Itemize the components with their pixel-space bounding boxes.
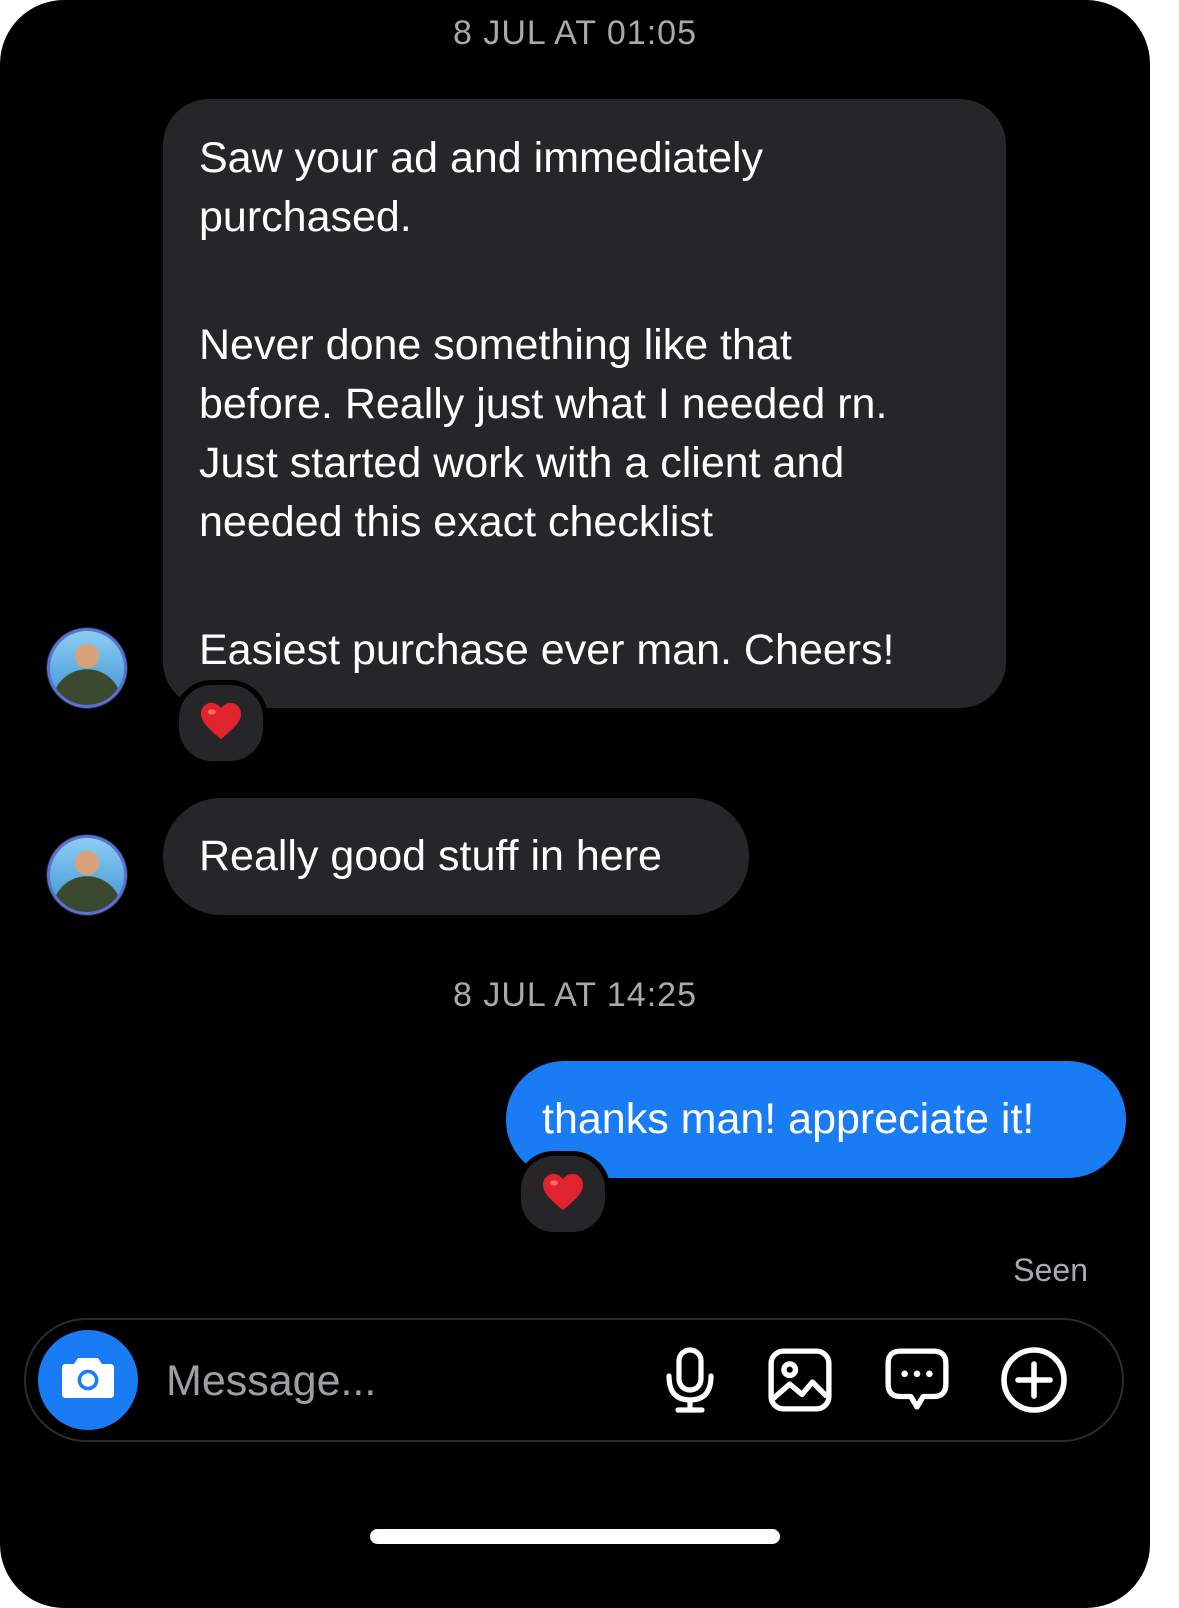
message-input[interactable] — [164, 1350, 628, 1412]
camera-button[interactable] — [38, 1330, 138, 1430]
image-icon — [767, 1347, 833, 1418]
timestamp-divider: 8 JUL AT 14:25 — [453, 976, 697, 1014]
message-composer — [24, 1318, 1124, 1442]
reaction-badge[interactable] — [174, 680, 268, 766]
message-paragraph: Saw your ad and immediately purchased. — [199, 134, 764, 241]
incoming-message-bubble[interactable]: Really good stuff in here — [163, 798, 749, 915]
plus-circle-icon — [1000, 1346, 1068, 1419]
heart-icon — [199, 701, 243, 746]
home-indicator[interactable] — [370, 1529, 780, 1544]
voice-message-button[interactable] — [656, 1346, 724, 1419]
heart-icon — [541, 1172, 585, 1217]
reaction-badge[interactable] — [516, 1151, 610, 1237]
sender-avatar[interactable] — [47, 835, 127, 915]
message-paragraph: Never done something like that before. R… — [199, 321, 888, 546]
more-options-button[interactable] — [1000, 1346, 1068, 1419]
incoming-message-bubble[interactable]: Saw your ad and immediately purchased. N… — [163, 99, 1006, 708]
seen-status: Seen — [1013, 1252, 1088, 1288]
message-paragraph: Easiest purchase ever man. Cheers! — [199, 626, 895, 674]
message-text: thanks man! appreciate it! — [542, 1095, 1035, 1143]
sender-avatar[interactable] — [47, 628, 127, 708]
gallery-button[interactable] — [766, 1347, 834, 1418]
microphone-icon — [662, 1346, 718, 1419]
camera-icon — [60, 1354, 116, 1407]
outgoing-message-bubble[interactable]: thanks man! appreciate it! — [506, 1061, 1126, 1178]
sticker-button[interactable] — [883, 1347, 951, 1418]
dm-thread-screen: 8 JUL AT 01:05 Saw your ad and immediate… — [0, 0, 1150, 1608]
timestamp-divider: 8 JUL AT 01:05 — [453, 14, 697, 52]
message-text: Really good stuff in here — [199, 832, 662, 880]
sticker-chat-icon — [884, 1347, 950, 1418]
